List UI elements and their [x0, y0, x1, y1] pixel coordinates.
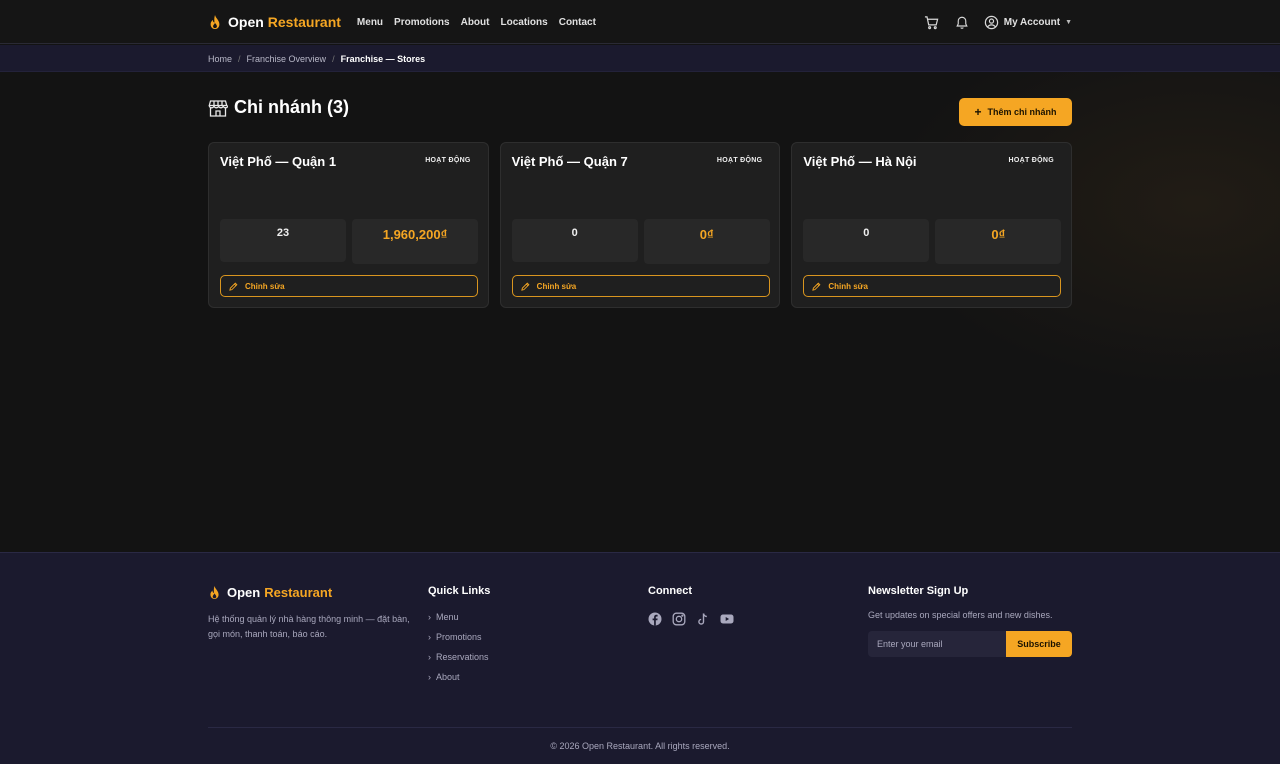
plus-icon: +: [974, 105, 982, 119]
store-name: Việt Phố — Quận 1: [220, 154, 337, 169]
newsletter-form: Subscribe: [868, 631, 1072, 657]
store-cards: Việt Phố — Quận 1 HOẠT ĐỘNG 23 1,960,200…: [208, 142, 1073, 308]
flame-icon: [210, 586, 219, 599]
bell-icon[interactable]: [954, 14, 970, 30]
footer-description: Hệ thống quản lý nhà hàng thông minh — đ…: [208, 614, 410, 639]
quick-link-promotions[interactable]: › Promotions: [428, 631, 490, 642]
quick-link-menu[interactable]: › Menu: [428, 611, 490, 622]
pencil-icon: [229, 282, 238, 291]
breadcrumb-separator: /: [238, 53, 241, 64]
account-label: My Account: [1003, 16, 1061, 28]
nav-item-about[interactable]: About: [461, 17, 490, 28]
add-store-label: Thêm chi nhánh: [987, 107, 1057, 117]
footer-brand-name: Open: [227, 585, 261, 600]
edit-store-button[interactable]: Chỉnh sửa: [220, 275, 478, 297]
breadcrumb-home[interactable]: Home: [208, 54, 232, 64]
nav-item-locations[interactable]: Locations: [500, 17, 547, 28]
nav-item-promotions[interactable]: Promotions: [394, 17, 450, 28]
breadcrumb-bar: Home / Franchise Overview / Franchise — …: [0, 45, 1280, 72]
nav-item-contact[interactable]: Contact: [559, 17, 596, 28]
brand-name-accent: Restaurant: [267, 14, 341, 30]
quick-link-reservations[interactable]: › Reservations: [428, 651, 490, 662]
page-title: Chi nhánh (3): [208, 97, 349, 118]
pencil-icon: [812, 282, 821, 291]
brand-name: Open: [228, 14, 264, 30]
store-card: Việt Phố — Quận 1 HOẠT ĐỘNG 23 1,960,200…: [208, 142, 489, 308]
newsletter-title: Newsletter Sign Up: [868, 585, 969, 597]
status-badge: HOẠT ĐỘNG: [716, 157, 763, 164]
copyright: © 2026 Open Restaurant. All rights reser…: [550, 741, 730, 751]
quick-link-about[interactable]: › About: [428, 671, 490, 682]
breadcrumb-separator: /: [332, 53, 335, 64]
breadcrumb: Home / Franchise Overview / Franchise — …: [208, 45, 425, 72]
store-revenue: 0₫: [643, 219, 770, 264]
pencil-icon: [520, 282, 530, 291]
status-badge: HOẠT ĐỘNG: [1008, 157, 1055, 164]
store-name: Việt Phố — Hà Nội: [803, 154, 917, 169]
add-store-button[interactable]: + Thêm chi nhánh: [959, 98, 1072, 126]
quick-link-label: Promotions: [436, 631, 482, 642]
store-revenue: 0₫: [935, 219, 1062, 264]
footer-brand-column: Open Restaurant Hệ thống quản lý nhà hàng…: [208, 585, 413, 642]
store-revenue: 1,960,200₫: [352, 219, 478, 264]
user-circle-icon: [984, 15, 998, 29]
store-icon: [208, 99, 228, 117]
quick-links-column: Quick Links › Menu › Promotions › Reservati…: [428, 585, 490, 682]
quick-link-label: About: [436, 671, 460, 682]
chevron-down-icon: ▼: [1065, 18, 1072, 26]
brand-logo[interactable]: Open Restaurant: [208, 14, 341, 30]
page-title-text: Chi nhánh (3): [234, 97, 349, 117]
store-orders-count: 23: [220, 219, 346, 262]
facebook-icon[interactable]: [648, 612, 662, 626]
social-links: [648, 612, 734, 626]
flame-icon: [210, 15, 220, 29]
status-badge: HOẠT ĐỘNG: [425, 157, 471, 164]
breadcrumb-franchise-overview[interactable]: Franchise Overview: [247, 54, 327, 64]
quick-link-label: Menu: [436, 611, 459, 622]
store-orders-count: 0: [803, 219, 930, 262]
instagram-icon[interactable]: [672, 612, 686, 626]
account-menu[interactable]: My Account ▼: [984, 15, 1072, 30]
newsletter-text: Get updates on special offers and new di…: [868, 610, 1053, 620]
store-card: Việt Phố — Quận 7 HOẠT ĐỘNG 0 0₫ Chỉnh s…: [499, 142, 781, 308]
connect-column: Connect: [648, 585, 734, 626]
quick-link-label: Reservations: [436, 651, 489, 662]
subscribe-button[interactable]: Subscribe: [1006, 631, 1072, 657]
store-name: Việt Phố — Quận 7: [511, 154, 628, 169]
footer-brand-name-accent: Restaurant: [264, 585, 333, 600]
edit-store-label: Chỉnh sửa: [828, 281, 868, 291]
email-field[interactable]: [868, 631, 1006, 657]
youtube-icon[interactable]: [720, 612, 734, 626]
connect-title: Connect: [648, 585, 692, 597]
top-navbar: Open Restaurant Menu Promotions About Loc…: [0, 0, 1280, 44]
breadcrumb-current: Franchise — Stores: [340, 53, 426, 64]
store-card: Việt Phố — Hà Nội HOẠT ĐỘNG 0 0₫ Chỉnh s…: [791, 142, 1073, 308]
chevron-right-icon: ›: [428, 651, 431, 662]
quick-links-title: Quick Links: [428, 585, 491, 597]
footer-divider: [208, 727, 1072, 728]
nav-item-menu[interactable]: Menu: [357, 17, 383, 28]
edit-store-button[interactable]: Chỉnh sửa: [511, 275, 770, 297]
chevron-right-icon: ›: [428, 631, 431, 642]
cart-icon[interactable]: [924, 14, 940, 30]
footer-brand[interactable]: Open Restaurant: [208, 585, 413, 600]
quick-links-list: › Menu › Promotions › Reservations › About: [428, 611, 490, 682]
tiktok-icon[interactable]: [696, 612, 710, 626]
chevron-right-icon: ›: [428, 611, 431, 622]
footer: Open Restaurant Hệ thống quản lý nhà hàng…: [0, 552, 1280, 764]
edit-store-label: Chỉnh sửa: [245, 281, 285, 291]
edit-store-button[interactable]: Chỉnh sửa: [803, 275, 1062, 297]
store-orders-count: 0: [511, 219, 638, 262]
main-menu: Menu Promotions About Locations Contact: [357, 17, 596, 28]
newsletter-column: Newsletter Sign Up Get updates on specia…: [868, 585, 1072, 657]
edit-store-label: Chỉnh sửa: [536, 281, 577, 291]
chevron-right-icon: ›: [428, 671, 431, 682]
